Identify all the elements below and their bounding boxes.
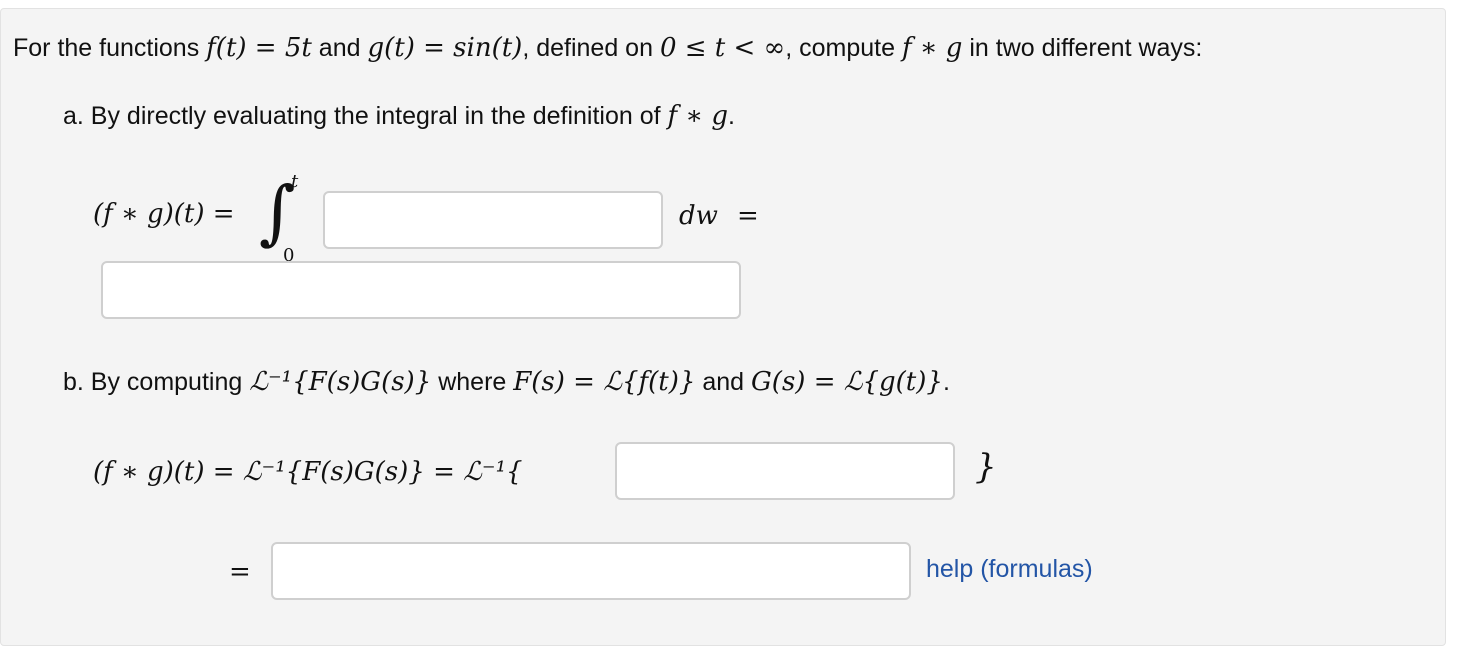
part-a-period: . — [728, 102, 735, 130]
part-b-equals: = — [229, 557, 251, 587]
domain-expression: 0 ≤ t < ∞ — [659, 33, 786, 63]
problem-statement: For the functions f(t) = 5t and g(t) = s… — [13, 33, 1202, 63]
compute-text: , compute — [785, 34, 895, 62]
part-a-lhs: (f ∗ g)(t) = — [93, 199, 235, 229]
F-definition: F(s) = ℒ{f(t)} — [513, 367, 696, 397]
G-definition: G(s) = ℒ{g(t)} — [751, 367, 943, 397]
and-text: and — [318, 34, 361, 62]
intro-suffix: in two different ways: — [969, 34, 1203, 62]
part-a-result-input[interactable] — [101, 261, 741, 319]
inverse-laplace-expr: ℒ⁻¹{F(s)G(s)} — [249, 367, 432, 397]
and-text-b: and — [702, 368, 745, 396]
convolution-symbol: f ∗ g — [901, 33, 963, 63]
g-definition: g(t) = sin(t) — [367, 33, 523, 63]
part-b-result-input[interactable] — [271, 542, 911, 600]
part-b-label: b. By computing ℒ⁻¹{F(s)G(s)} where F(s)… — [63, 367, 950, 397]
dw-label: dw — [679, 201, 718, 231]
part-b-prefix: b. By computing — [63, 368, 243, 396]
problem-panel: For the functions f(t) = 5t and g(t) = s… — [0, 8, 1446, 646]
part-a-conv: f ∗ g — [667, 101, 729, 131]
integrand-input[interactable] — [323, 191, 663, 249]
part-a-equals: = — [737, 201, 759, 231]
integral-sign: ∫ — [259, 171, 296, 253]
part-b-period: . — [942, 368, 950, 396]
upper-limit: t — [291, 171, 299, 192]
close-brace: } — [975, 447, 997, 487]
help-formulas-link[interactable]: help (formulas) — [926, 555, 1093, 584]
defined-on-text: , defined on — [522, 34, 653, 62]
where-text: where — [438, 368, 507, 396]
part-b-lhs: (f ∗ g)(t) = ℒ⁻¹{F(s)G(s)} = ℒ⁻¹{ — [93, 457, 523, 487]
f-definition: f(t) = 5t — [206, 33, 312, 63]
part-a-text: a. By directly evaluating the integral i… — [63, 102, 661, 130]
intro-prefix: For the functions — [13, 34, 200, 62]
transform-input[interactable] — [615, 442, 955, 500]
part-a-label: a. By directly evaluating the integral i… — [63, 101, 735, 131]
